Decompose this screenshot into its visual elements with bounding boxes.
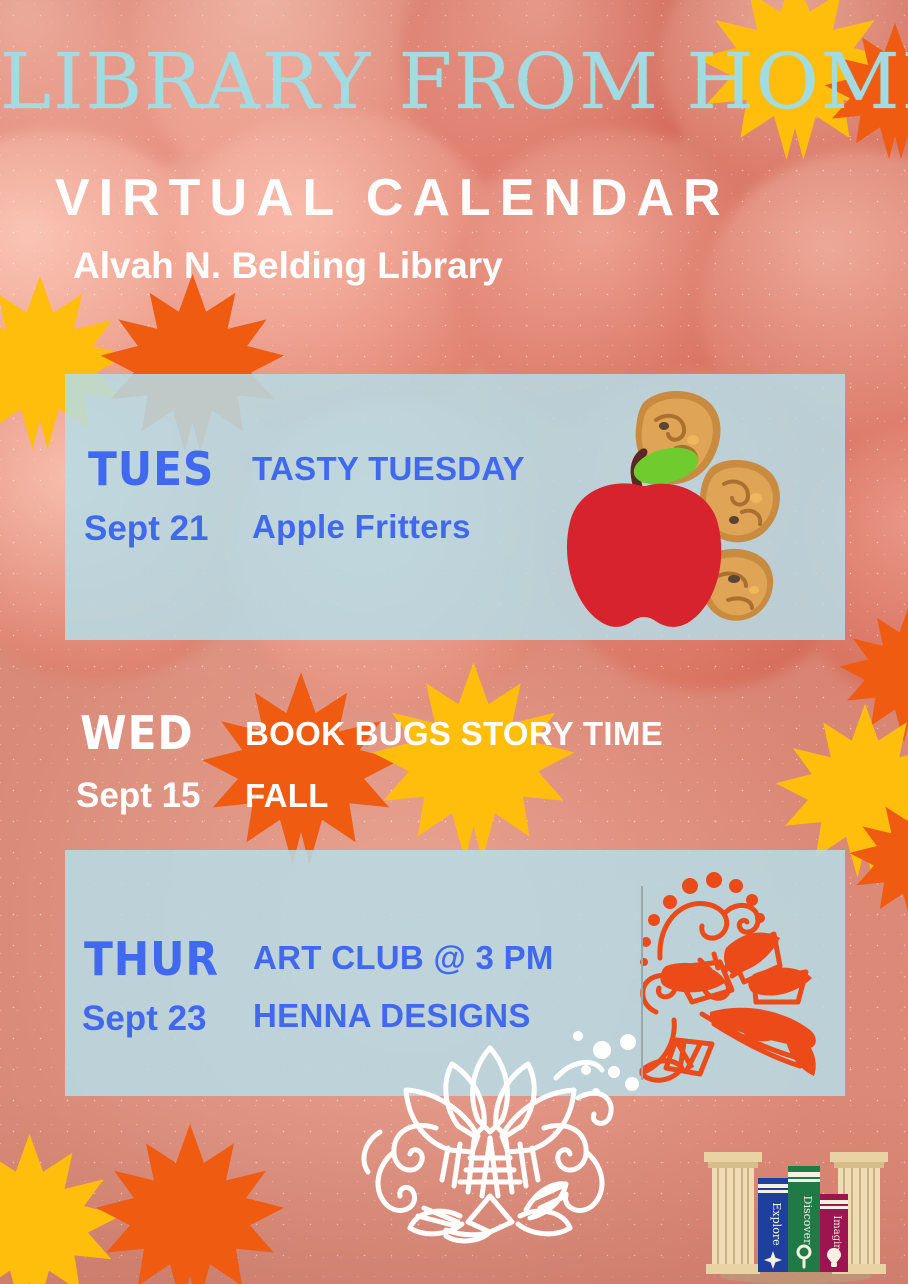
event-description-tuesday: Apple Fritters <box>252 508 471 545</box>
event-date-wednesday: Sept 15 <box>76 776 201 815</box>
library-name: Alvah N. Belding Library <box>73 245 503 286</box>
poster-subtitle: VIRTUAL CALENDAR <box>55 169 730 227</box>
apple-shape <box>0 1140 260 1284</box>
poster-canvas: LIBRARY FROM HOME VIRTUAL CALENDAR Alvah… <box>0 0 908 1284</box>
event-panel-tuesday <box>65 374 845 640</box>
event-title-tuesday: TASTY TUESDAY <box>252 450 525 487</box>
event-day-tuesday: TUES <box>88 442 215 496</box>
event-date-tuesday: Sept 21 <box>84 509 209 548</box>
event-day-wednesday: WED <box>80 706 194 760</box>
event-date-thursday: Sept 23 <box>82 999 207 1038</box>
event-description-thursday: HENNA DESIGNS <box>253 997 531 1034</box>
event-title-thursday: ART CLUB @ 3 PM <box>253 939 554 976</box>
event-title-wednesday: BOOK BUGS STORY TIME <box>245 715 663 752</box>
event-description-wednesday: FALL <box>245 777 329 814</box>
event-day-thursday: THUR <box>84 932 219 986</box>
poster-title: LIBRARY FROM HOME <box>0 38 908 127</box>
